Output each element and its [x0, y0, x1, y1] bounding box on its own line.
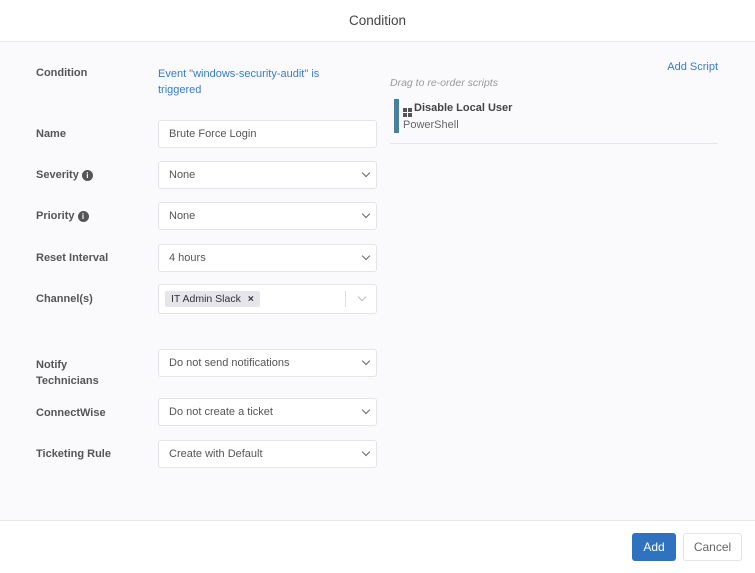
- drag-hint: Drag to re-order scripts: [390, 77, 498, 89]
- add-button[interactable]: Add: [632, 533, 676, 561]
- condition-value: Event "windows-security-audit" is trigge…: [158, 68, 320, 96]
- name-label: Name: [36, 128, 66, 140]
- info-icon[interactable]: i: [77, 210, 89, 222]
- remove-tag-icon[interactable]: ×: [248, 293, 254, 305]
- name-input[interactable]: Brute Force Login: [158, 120, 377, 148]
- severity-label: Severity i: [36, 169, 93, 181]
- reset-interval-label: Reset Interval: [36, 252, 109, 264]
- chevron-down-icon: [361, 405, 371, 415]
- script-item[interactable]: Disable Local User PowerShell: [390, 98, 718, 144]
- ticketing-rule-select[interactable]: Create with Default: [158, 440, 377, 468]
- chevron-down-icon: [361, 209, 371, 219]
- priority-label: Priority i: [36, 210, 89, 222]
- condition-label: Condition: [36, 67, 88, 79]
- name-value: Brute Force Login: [169, 128, 257, 140]
- chevron-down-icon: [361, 356, 371, 366]
- script-type: PowerShell: [403, 119, 459, 131]
- notify-select[interactable]: Do not send notifications: [158, 349, 377, 377]
- dialog-title: Condition: [0, 0, 755, 42]
- reset-interval-select[interactable]: 4 hours: [158, 244, 377, 272]
- add-script-link[interactable]: Add Script: [667, 61, 718, 73]
- connectwise-label: ConnectWise: [36, 407, 106, 419]
- cancel-button[interactable]: Cancel: [683, 533, 742, 561]
- channels-multiselect[interactable]: IT Admin Slack ×: [158, 284, 377, 314]
- notify-label: Notify Technicians: [36, 359, 99, 387]
- info-icon[interactable]: i: [81, 169, 93, 181]
- priority-select[interactable]: None: [158, 202, 377, 230]
- chevron-down-icon[interactable]: [357, 292, 367, 302]
- windows-icon: [403, 108, 412, 117]
- channel-tag: IT Admin Slack ×: [165, 291, 260, 307]
- chevron-down-icon: [361, 251, 371, 261]
- chevron-down-icon: [361, 168, 371, 178]
- connectwise-select[interactable]: Do not create a ticket: [158, 398, 377, 426]
- channels-label: Channel(s): [36, 293, 93, 305]
- ticketing-rule-label: Ticketing Rule: [36, 448, 111, 460]
- severity-select[interactable]: None: [158, 161, 377, 189]
- script-name: Disable Local User: [414, 102, 513, 114]
- drag-handle[interactable]: [394, 99, 399, 133]
- chevron-down-icon: [361, 447, 371, 457]
